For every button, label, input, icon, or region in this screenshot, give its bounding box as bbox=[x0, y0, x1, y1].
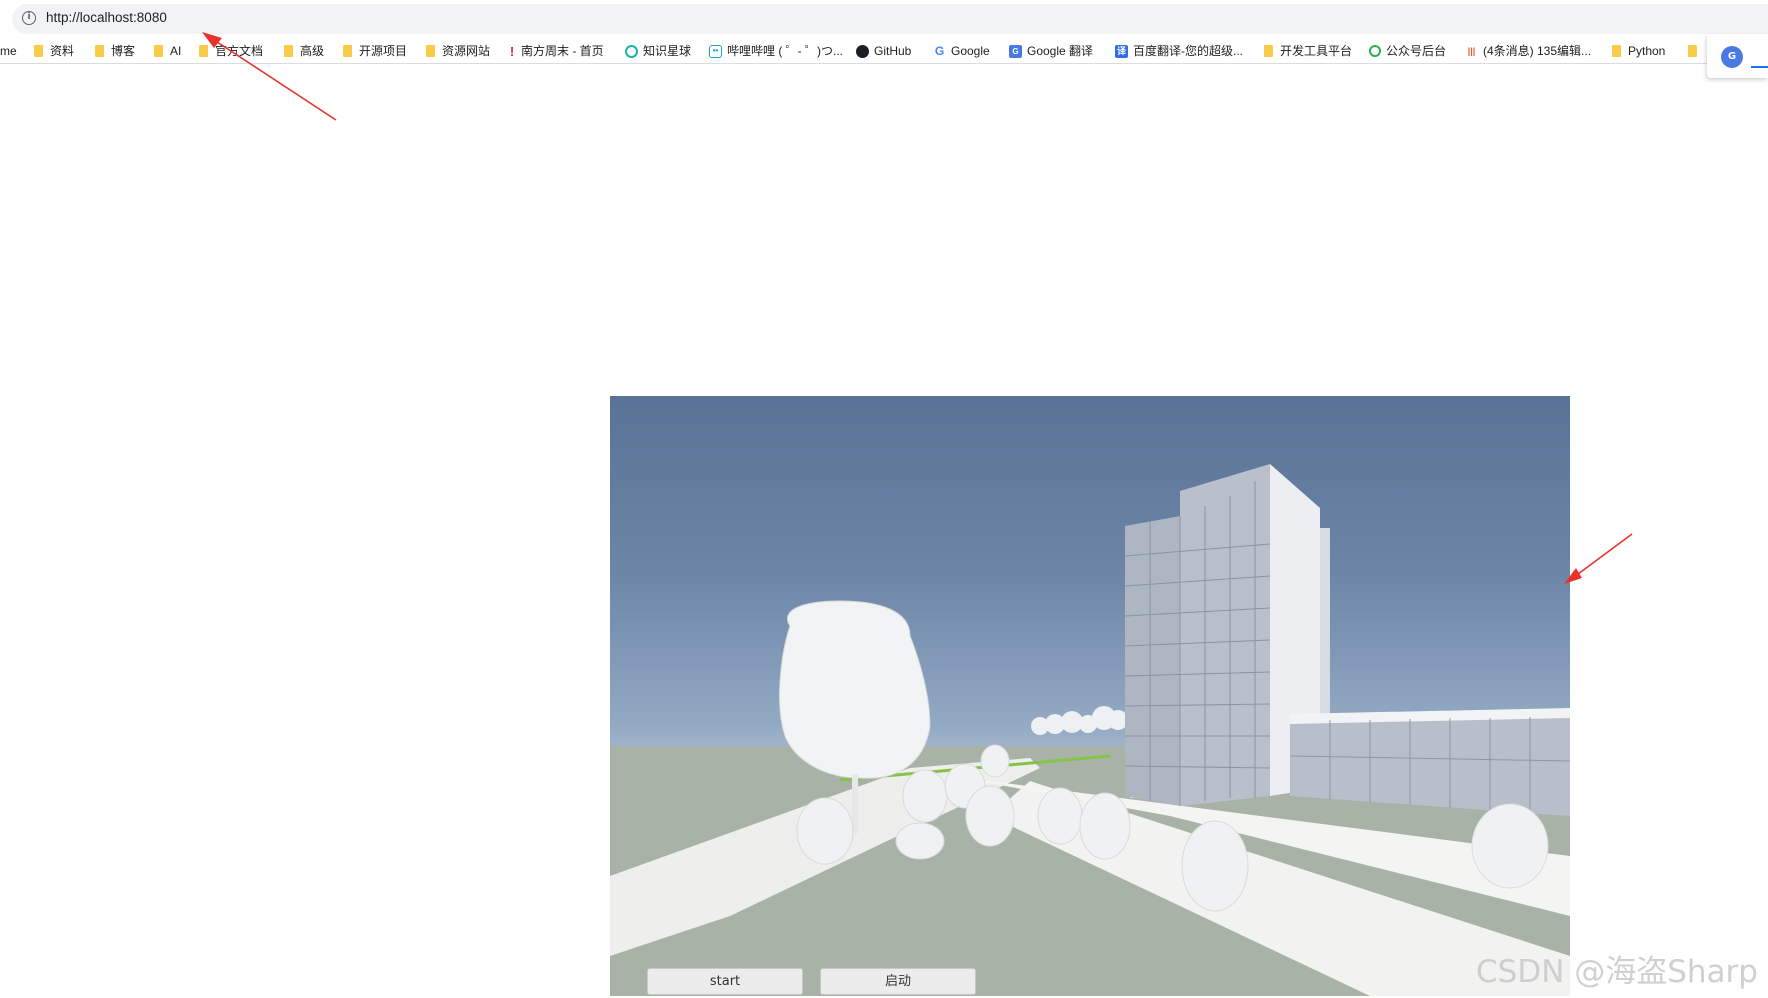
bookmark-label: (4条消息) 135编辑... bbox=[1483, 42, 1591, 60]
folder-icon bbox=[1264, 45, 1273, 57]
google-icon: G bbox=[933, 45, 946, 58]
bookmark-label: 官方文档 bbox=[215, 42, 263, 60]
bookmark-item[interactable]: 官方文档 bbox=[199, 42, 263, 60]
folder-icon bbox=[343, 45, 352, 57]
bookmark-label: 开源项目 bbox=[359, 42, 407, 60]
bookmark-label: Python bbox=[1628, 42, 1665, 60]
google-translate-extension-icon[interactable]: G bbox=[1721, 46, 1743, 68]
bookmark-item[interactable]: 开源项目 bbox=[343, 42, 407, 60]
bookmark-item[interactable]: 资源网站 bbox=[426, 42, 490, 60]
folder-icon bbox=[426, 45, 435, 57]
info-icon[interactable]: i bbox=[22, 11, 36, 25]
bookmark-label: 百度翻译-您的超级... bbox=[1133, 42, 1243, 60]
launch-button[interactable]: 启动 bbox=[820, 968, 976, 995]
arrow-line-canvas bbox=[1570, 534, 1632, 580]
omnibox[interactable]: i http://localhost:8080 bbox=[12, 4, 1768, 34]
start-button[interactable]: start bbox=[647, 968, 803, 995]
folder-icon bbox=[95, 45, 104, 57]
bookmark-item[interactable]: ! 南方周末 - 首页 bbox=[508, 42, 604, 60]
bookmark-item[interactable]: •• 哔哩哔哩 ( ゜- ゜)つ... bbox=[709, 42, 843, 60]
bookmark-item[interactable]: 公众号后台 bbox=[1369, 42, 1446, 60]
bookmark-label: 博客 bbox=[111, 42, 135, 60]
planet-icon bbox=[625, 45, 638, 58]
bookmark-label: Google 翻译 bbox=[1027, 42, 1093, 60]
bookmark-item[interactable]: me bbox=[0, 42, 17, 60]
bookmark-label: 资料 bbox=[50, 42, 74, 60]
extension-underline bbox=[1751, 66, 1768, 68]
github-icon bbox=[856, 45, 869, 58]
scene-illustration bbox=[610, 396, 1570, 996]
bookmark-item[interactable]: GitHub bbox=[856, 42, 911, 60]
bookmark-label: Google bbox=[951, 42, 990, 60]
bookmark-item[interactable]: Python bbox=[1612, 42, 1665, 60]
bookmark-label: me bbox=[0, 42, 17, 60]
pin-icon: ! bbox=[508, 45, 516, 58]
bookmark-item[interactable]: 译百度翻译-您的超级... bbox=[1115, 42, 1243, 60]
folder-icon bbox=[154, 45, 163, 57]
distant-trees bbox=[1031, 706, 1128, 735]
folder-icon bbox=[284, 45, 293, 57]
bookmark-label: 开发工具平台 bbox=[1280, 42, 1352, 60]
bookmark-item[interactable]: G Google bbox=[933, 42, 990, 60]
bookmark-item[interactable]: ||| (4条消息) 135编辑... bbox=[1465, 42, 1591, 60]
url-text[interactable]: http://localhost:8080 bbox=[46, 10, 167, 25]
folder-icon bbox=[199, 45, 208, 57]
bookmark-item[interactable]: 高级 bbox=[284, 42, 324, 60]
bilibili-icon: •• bbox=[709, 45, 722, 58]
extension-popup[interactable]: G bbox=[1707, 34, 1768, 78]
low-building bbox=[1290, 716, 1570, 816]
tower-glass bbox=[1180, 464, 1270, 806]
bookmark-label: 高级 bbox=[300, 42, 324, 60]
135-icon: ||| bbox=[1465, 45, 1478, 58]
baidu-translate-icon: 译 bbox=[1115, 45, 1128, 58]
bookmark-label: AI bbox=[170, 42, 181, 60]
bookmark-item[interactable]: 博客 bbox=[95, 42, 135, 60]
bookmark-label: GitHub bbox=[874, 42, 911, 60]
bookmark-label: 南方周末 - 首页 bbox=[521, 42, 604, 60]
webgl-canvas[interactable]: start 启动 bbox=[610, 396, 1570, 996]
watermark: CSDN @海盗Sharp bbox=[1476, 946, 1758, 991]
tree-large bbox=[780, 601, 930, 778]
bookmark-item[interactable]: 资料 bbox=[34, 42, 74, 60]
folder-icon bbox=[34, 45, 43, 57]
bookmark-label: 知识星球 bbox=[643, 42, 691, 60]
bookmark-item[interactable]: 开发工具平台 bbox=[1264, 42, 1352, 60]
bookmark-item[interactable]: 知识星球 bbox=[625, 42, 691, 60]
tower-wing bbox=[1125, 516, 1180, 806]
folder-icon bbox=[1612, 45, 1621, 57]
bookmark-label: 哔哩哔哩 ( ゜- ゜)つ... bbox=[727, 42, 843, 60]
bookmarks-bar: me 资料 博客 AI 官方文档 高级 开源项目 资源网站 ! 南方周末 - 首页… bbox=[0, 38, 1768, 64]
wechat-icon bbox=[1369, 45, 1381, 57]
bookmark-item[interactable]: G Google 翻译 bbox=[1009, 42, 1093, 60]
folder-icon bbox=[1688, 45, 1697, 57]
bookmark-label: 公众号后台 bbox=[1386, 42, 1446, 60]
bookmark-label: 资源网站 bbox=[442, 42, 490, 60]
bookmark-item[interactable]: AI bbox=[154, 42, 181, 60]
address-bar-area: i http://localhost:8080 bbox=[0, 0, 1768, 36]
bookmark-item[interactable] bbox=[1688, 42, 1704, 60]
google-translate-icon: G bbox=[1009, 45, 1022, 58]
